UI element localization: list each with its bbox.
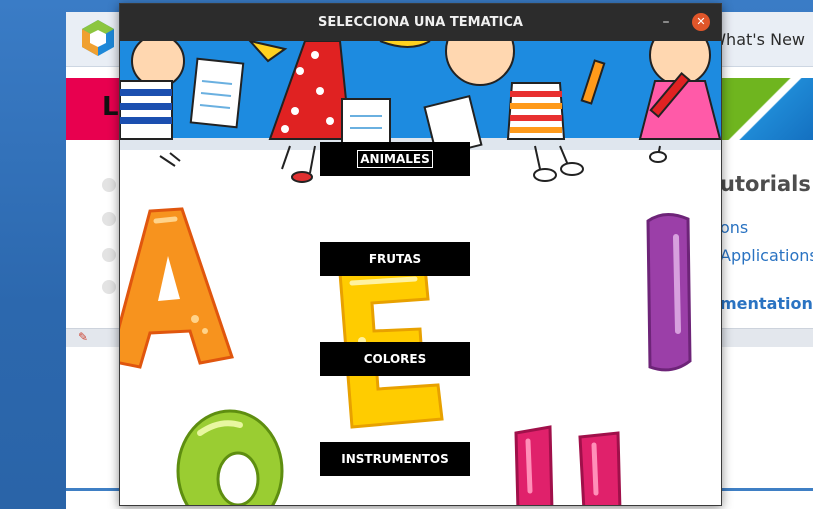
ide-green-banner bbox=[720, 78, 813, 140]
instrumentos-button[interactable]: INSTRUMENTOS bbox=[320, 442, 470, 476]
ide-link[interactable]: Applications bbox=[720, 246, 813, 265]
minimize-button[interactable]: – bbox=[656, 13, 676, 33]
close-button[interactable]: ✕ bbox=[692, 13, 710, 31]
ide-radio-bullet bbox=[102, 178, 116, 192]
ide-heading-fragment: L bbox=[102, 92, 119, 122]
letter-a-icon bbox=[120, 207, 234, 369]
whats-new-tab[interactable]: What's New bbox=[710, 30, 805, 49]
theme-selection-dialog: SELECCIONA UNA TEMATICA – ✕ ANIMALES FRU… bbox=[119, 3, 722, 506]
animales-button[interactable]: ANIMALES bbox=[320, 142, 470, 176]
colores-button-label: COLORES bbox=[363, 352, 427, 366]
instrumentos-button-label: INSTRUMENTOS bbox=[341, 452, 449, 466]
ide-tutorials-heading: utorials bbox=[720, 172, 811, 196]
letter-i-icon bbox=[646, 213, 692, 372]
netbeans-logo-icon bbox=[82, 20, 114, 56]
colores-button[interactable]: COLORES bbox=[320, 342, 470, 376]
ide-radio-bullet bbox=[102, 212, 116, 226]
frutas-button[interactable]: FRUTAS bbox=[320, 242, 470, 276]
ide-radio-bullet bbox=[102, 280, 116, 294]
ide-radio-bullet bbox=[102, 248, 116, 262]
dialog-content: ANIMALES FRUTAS COLORES INSTRUMENTOS bbox=[120, 41, 721, 505]
ide-link[interactable]: ons bbox=[720, 218, 748, 237]
letter-u-icon bbox=[514, 425, 622, 505]
pencil-icon: ✎ bbox=[78, 330, 89, 344]
dialog-title: SELECCIONA UNA TEMATICA bbox=[318, 15, 523, 30]
ide-link[interactable]: mentation bbox=[720, 294, 813, 313]
frutas-button-label: FRUTAS bbox=[368, 252, 422, 266]
letter-o-icon bbox=[176, 409, 284, 505]
animales-button-label: ANIMALES bbox=[357, 150, 433, 168]
dialog-titlebar[interactable]: SELECCIONA UNA TEMATICA – ✕ bbox=[120, 4, 721, 41]
